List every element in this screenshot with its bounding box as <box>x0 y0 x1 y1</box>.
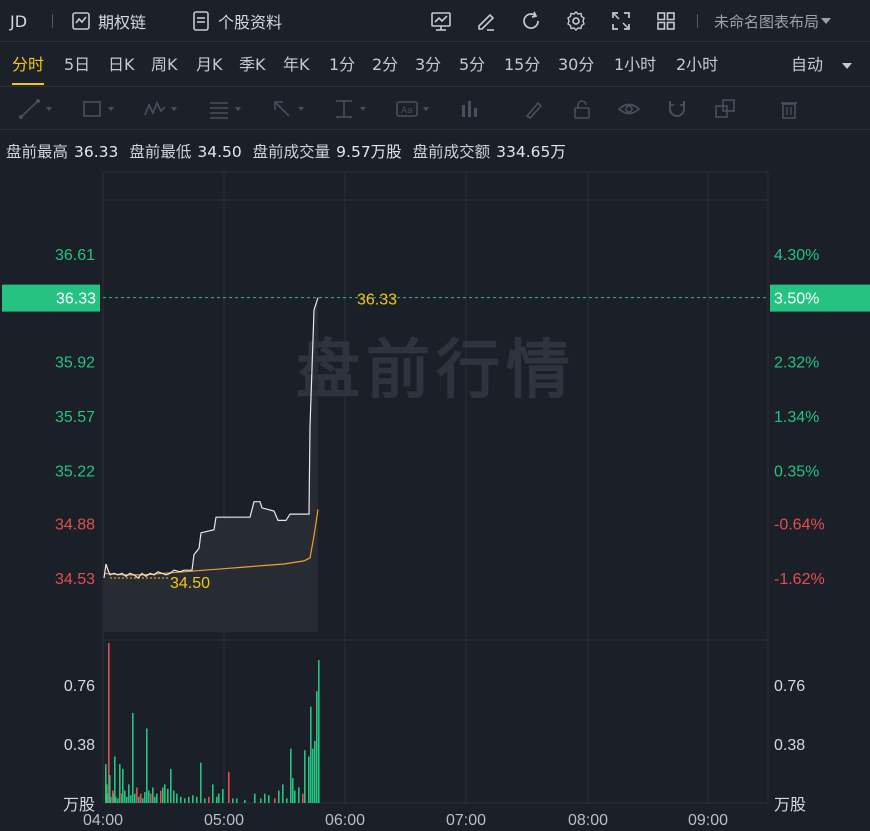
volume-bar <box>164 784 166 803</box>
current-price-label: 36.33 <box>56 291 96 308</box>
volume-bar <box>138 796 140 803</box>
volume-bar <box>110 796 112 803</box>
volume-bar <box>114 756 116 803</box>
volume-tick-right: 0.76 <box>774 678 805 695</box>
volume-bar <box>298 787 300 803</box>
volume-bar <box>132 712 134 803</box>
price-tick-left: 35.57 <box>55 409 95 426</box>
volume-bar <box>170 768 172 803</box>
volume-bar <box>278 790 280 803</box>
volume-tick-left: 0.76 <box>64 678 95 695</box>
volume-bar <box>312 748 314 803</box>
volume-bar <box>119 764 121 803</box>
volume-bar <box>162 787 164 803</box>
pct-tick-right: 4.30% <box>774 247 819 264</box>
volume-bar <box>254 793 256 803</box>
pct-tick-right: 0.35% <box>774 464 819 481</box>
volume-bar <box>150 793 152 803</box>
volume-tick-right: 0.38 <box>774 737 805 754</box>
volume-bar <box>318 660 320 803</box>
volume-bar <box>244 799 246 803</box>
chart-panel <box>102 171 769 804</box>
volume-bar <box>286 798 288 803</box>
volume-bar <box>218 793 220 803</box>
volume-bar <box>142 798 144 803</box>
volume-bar <box>126 796 128 803</box>
volume-bar <box>228 771 230 803</box>
volume-bar <box>173 790 175 803</box>
volume-bar <box>316 691 318 803</box>
volume-bar <box>184 798 186 803</box>
volume-bar <box>204 798 206 803</box>
volume-bar <box>192 795 194 803</box>
volume-bar <box>314 740 316 803</box>
volume-bar <box>196 796 198 803</box>
time-tick: 09:00 <box>688 812 728 829</box>
volume-bar <box>117 798 119 803</box>
volume-bar <box>236 798 238 803</box>
volume-bar <box>310 706 312 803</box>
pct-tick-right: -0.64% <box>774 516 825 533</box>
volume-bar <box>302 793 304 803</box>
volume-bar <box>212 784 214 803</box>
volume-bar <box>154 796 156 803</box>
volume-bar <box>152 787 154 803</box>
time-tick: 06:00 <box>325 812 365 829</box>
volume-bar <box>180 796 182 803</box>
volume-bar <box>156 793 158 803</box>
volume-bar <box>136 787 138 803</box>
price-tick-left: 36.61 <box>55 247 95 264</box>
volume-bar <box>292 778 294 803</box>
volume-bar <box>176 793 178 803</box>
volume-bar <box>124 790 126 803</box>
volume-bar <box>294 790 296 803</box>
volume-bar <box>188 796 190 803</box>
pct-tick-right: 2.32% <box>774 354 819 371</box>
volume-tick-left: 0.38 <box>64 737 95 754</box>
volume-bar <box>264 793 266 803</box>
volume-bar <box>200 762 202 803</box>
volume-bar <box>122 768 124 803</box>
volume-bar <box>216 796 218 803</box>
low-annotation: 34.50 <box>170 575 210 592</box>
volume-bar <box>274 798 276 803</box>
volume-bar <box>128 784 130 803</box>
watermark: 盘前行情 <box>296 334 576 408</box>
current-pct-label: 3.50% <box>774 291 819 308</box>
volume-bar <box>208 796 210 803</box>
volume-bar <box>134 793 136 803</box>
time-tick: 05:00 <box>204 812 244 829</box>
high-annotation: 36.33 <box>357 292 397 309</box>
volume-bar <box>282 784 284 803</box>
volume-bar <box>146 728 148 803</box>
volume-unit-right: 万股 <box>774 795 806 814</box>
volume-bar <box>222 789 224 803</box>
price-tick-left: 34.88 <box>55 516 95 533</box>
volume-bar <box>140 793 142 803</box>
time-tick: 07:00 <box>446 812 486 829</box>
intraday-chart[interactable]: 盘前行情 36.61 35.92 35.57 35.22 34.88 34.53 4.30% 2… <box>0 0 870 831</box>
price-tick-left: 35.92 <box>55 354 95 371</box>
volume-bar <box>167 789 169 803</box>
volume-bar <box>268 795 270 803</box>
volume-bar <box>308 756 310 803</box>
volume-bar <box>144 792 146 803</box>
price-tick-left: 35.22 <box>55 464 95 481</box>
time-tick: 08:00 <box>568 812 608 829</box>
volume-bar <box>115 796 117 803</box>
time-tick: 04:00 <box>83 812 123 829</box>
volume-bar <box>160 790 162 803</box>
volume-bar <box>148 790 150 803</box>
volume-bar <box>260 798 262 803</box>
volume-bar <box>290 748 292 803</box>
volume-bar <box>130 795 132 803</box>
pct-tick-right: 1.34% <box>774 409 819 426</box>
price-tick-left: 34.53 <box>55 571 95 588</box>
volume-bar <box>232 798 234 803</box>
pct-tick-right: -1.62% <box>774 571 825 588</box>
volume-bar <box>304 750 306 803</box>
